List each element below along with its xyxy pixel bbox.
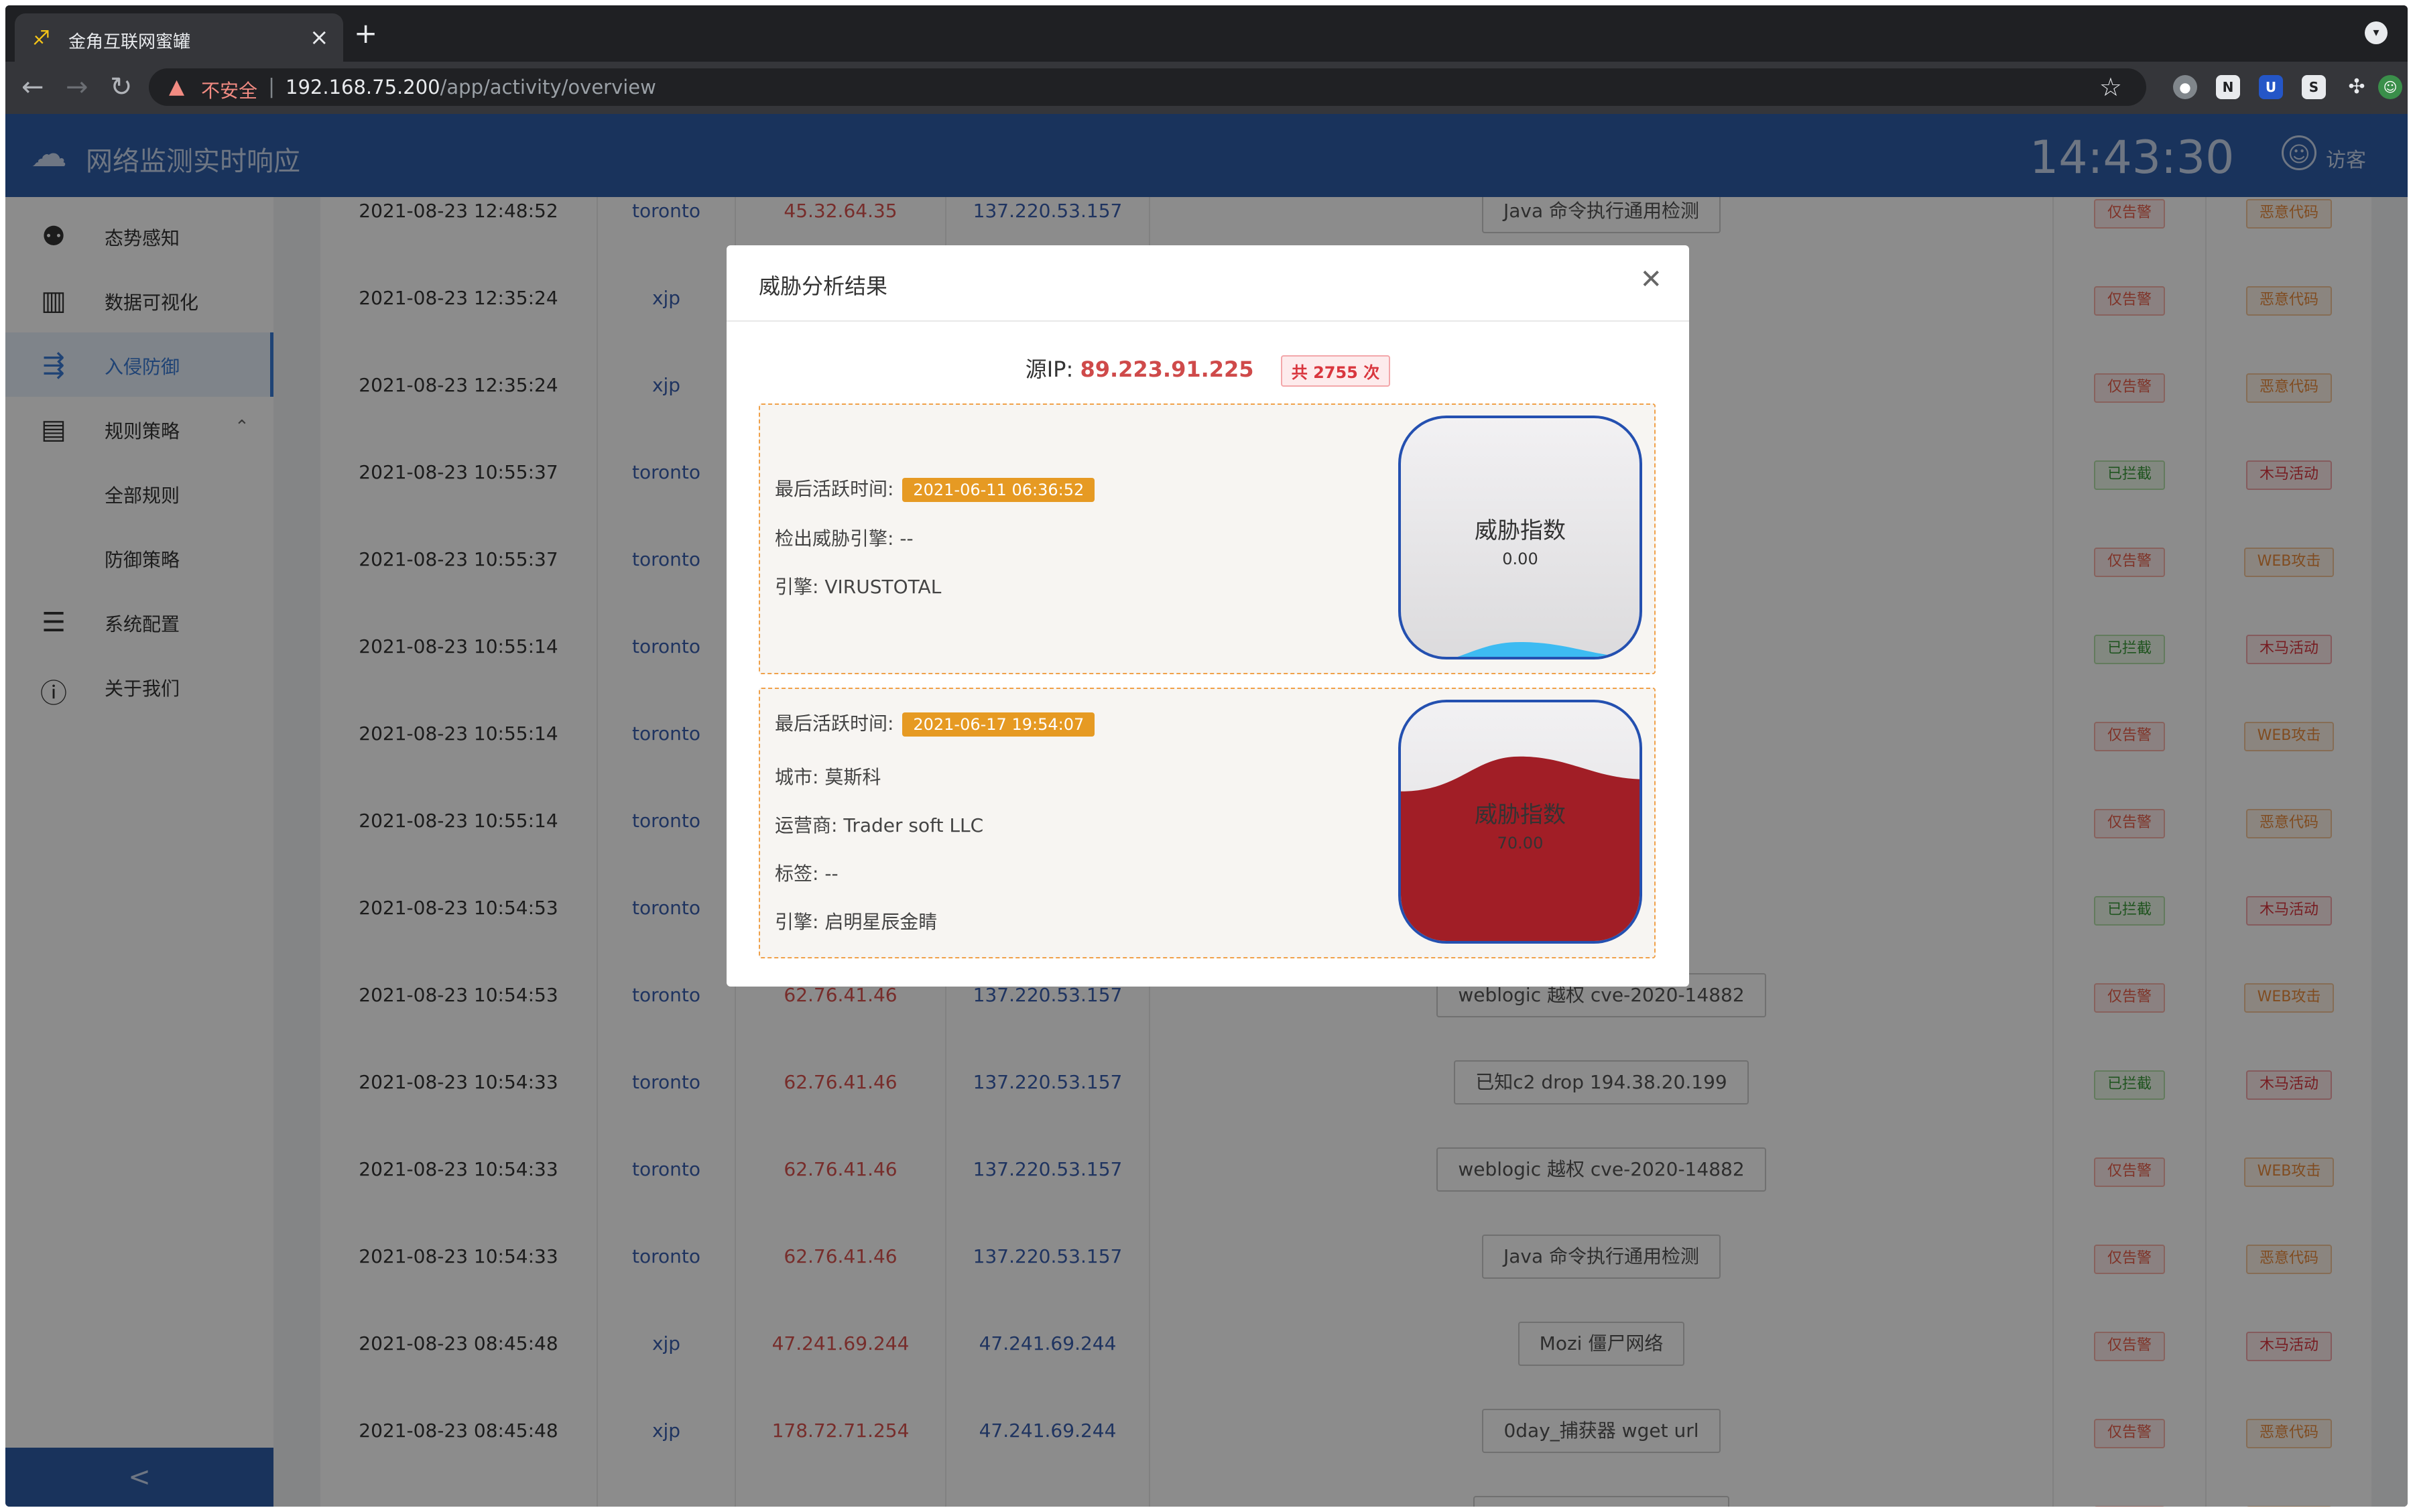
intel-card-venus: 最后活跃时间: 2021-06-17 19:54:07 城市: 莫斯科 运营商:… [759,688,1656,958]
last-active-label: 最后活跃时间: [775,712,894,735]
back-icon[interactable]: ← [21,71,44,103]
bookmark-star-icon[interactable]: ☆ [2099,72,2122,102]
browser-toolbar: ← → ↻ ▲ 不安全 | 192.168.75.200/app/activit… [5,62,2408,114]
gauge-value: 70.00 [1497,834,1544,853]
browser-window: ♐ 金角互联网蜜罐 × + ▾ ← → ↻ ▲ 不安全 | 192.168.75… [5,5,2408,1507]
honeypot-favicon-icon: ♐ [32,27,50,50]
source-ip-line: 源IP: 89.223.91.225 共 2755 次 [727,353,1689,387]
bitwarden-icon[interactable]: U [2259,75,2283,99]
extension-circle-icon[interactable]: ● [2173,75,2197,99]
isp-field: 运营商: Trader soft LLC [775,814,984,836]
browser-tab[interactable]: ♐ 金角互联网蜜罐 × [15,13,343,62]
city-field: 城市: 莫斯科 [775,766,881,788]
gauge-value: 0.00 [1502,550,1538,568]
gauge-title: 威胁指数 [1475,517,1566,544]
close-tab-icon[interactable]: × [310,24,329,51]
last-active-date: 2021-06-17 19:54:07 [902,712,1095,737]
threat-analysis-modal: 威胁分析结果 ✕ 源IP: 89.223.91.225 共 2755 次 最后活… [727,245,1689,987]
last-active-label: 最后活跃时间: [775,478,894,500]
modal-header: 威胁分析结果 ✕ [727,245,1689,322]
tab-title: 金角互联网蜜罐 [68,32,191,52]
profile-avatar-icon[interactable]: ☺ [2378,75,2402,99]
separator: | [268,75,275,99]
close-icon[interactable]: ✕ [1639,264,1662,295]
tab-bar: ♐ 金角互联网蜜罐 × + ▾ [5,5,2408,62]
modal-title: 威胁分析结果 [759,273,888,299]
reload-icon[interactable]: ↻ [110,71,133,103]
insecure-label[interactable]: 不安全 [201,76,257,103]
puzzle-icon[interactable]: ✣ [2345,75,2369,99]
url-text[interactable]: 192.168.75.200/app/activity/overview [286,76,656,99]
engine-field: 引擎: VIRUSTOTAL [775,576,942,598]
notion-icon[interactable]: N [2216,75,2240,99]
threat-score-gauge: 威胁指数 70.00 [1398,700,1642,944]
tab-search-icon[interactable]: ▾ [2365,21,2388,44]
source-ip-label: 源IP: [1025,357,1074,382]
last-active-date: 2021-06-11 06:36:52 [902,478,1095,502]
gauge-title: 威胁指数 [1475,802,1566,828]
engine-detect-field: 检出威胁引擎: -- [775,527,914,550]
source-ip: 89.223.91.225 [1080,357,1254,382]
s-extension-icon[interactable]: S [2302,75,2326,99]
url-host: 192.168.75.200 [286,76,440,99]
engine-field: 引擎: 启明星辰金睛 [775,911,938,933]
last-active-field: 最后活跃时间: 2021-06-11 06:36:52 [775,475,1095,502]
intel-card-virustotal: 最后活跃时间: 2021-06-11 06:36:52 检出威胁引擎: -- 引… [759,403,1656,674]
hit-count-badge: 共 2755 次 [1280,355,1391,387]
new-tab-icon[interactable]: + [354,17,377,50]
address-bar[interactable]: ▲ 不安全 | 192.168.75.200/app/activity/over… [149,68,2146,106]
tags-field: 标签: -- [775,863,839,885]
last-active-field: 最后活跃时间: 2021-06-17 19:54:07 [775,709,1095,737]
gauge-liquid [1401,642,1639,657]
forward-icon[interactable]: → [66,71,88,103]
url-path: /app/activity/overview [440,76,656,99]
threat-score-gauge: 威胁指数 0.00 [1398,416,1642,659]
warning-icon[interactable]: ▲ [169,75,184,99]
